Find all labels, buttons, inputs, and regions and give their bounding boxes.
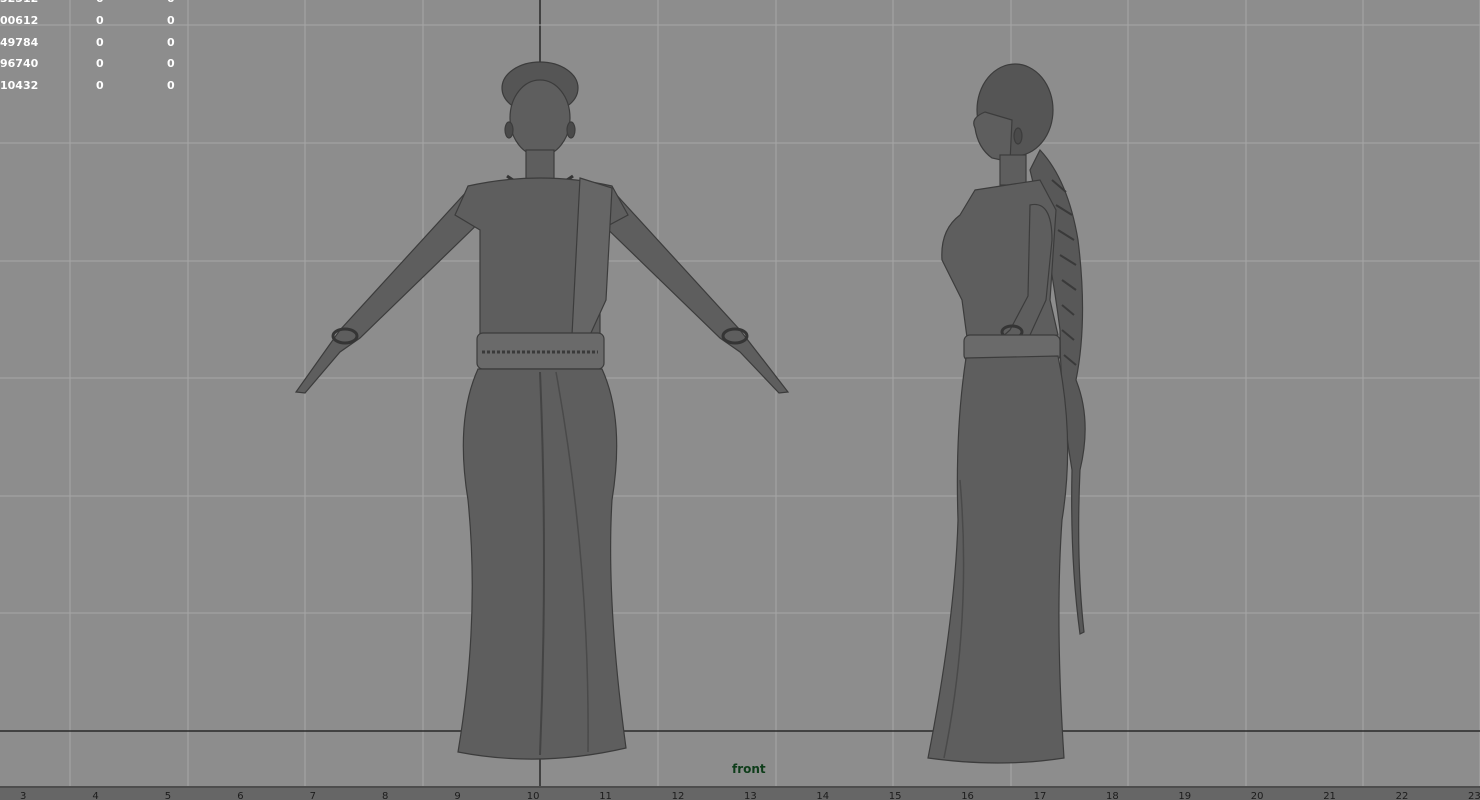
stat-value: 10432 bbox=[0, 79, 39, 93]
ruler-tick-label: 21 bbox=[1323, 791, 1336, 800]
ruler-tick-label: 10 bbox=[526, 791, 540, 800]
ruler-tick-label: 11 bbox=[599, 791, 612, 800]
stat-value: 0 bbox=[167, 57, 175, 71]
ruler-tick-label: 6 bbox=[237, 791, 244, 800]
side-view-figure[interactable] bbox=[927, 63, 1086, 764]
stat-value: 00612 bbox=[0, 13, 39, 27]
ruler-tick-label: 17 bbox=[1033, 791, 1047, 800]
ruler-tick-label: 22 bbox=[1395, 791, 1409, 800]
stat-value: 96740 bbox=[0, 57, 39, 71]
ruler-tick-label: 15 bbox=[888, 791, 902, 800]
ruler-tick-label: 13 bbox=[744, 791, 757, 800]
ruler-tick-label: 4 bbox=[92, 791, 99, 800]
stat-value: 0 bbox=[96, 57, 104, 71]
stat-value: 0 bbox=[167, 0, 175, 5]
stat-value: 0 bbox=[96, 79, 104, 93]
view-label: front bbox=[732, 762, 766, 776]
stat-value: 0 bbox=[167, 35, 175, 49]
time-ruler[interactable]: 3 4 5 6 7 8 9 10 11 12 13 14 15 16 17 18 19 20 21 22 23 bbox=[0, 786, 1480, 800]
ruler-tick-label: 8 bbox=[382, 791, 389, 800]
front-view-figure[interactable] bbox=[294, 61, 790, 760]
ruler-tick-label: 7 bbox=[309, 791, 316, 800]
stat-value: 0 bbox=[96, 0, 104, 5]
viewport-panel[interactable]: 32512000061200497840096740001043200 fron… bbox=[0, 0, 1480, 800]
stat-value: 0 bbox=[167, 13, 175, 27]
ruler-tick-label: 23 bbox=[1468, 791, 1480, 800]
ruler-tick-label: 12 bbox=[671, 791, 685, 800]
stat-value: 32512 bbox=[0, 0, 38, 5]
stat-value: 49784 bbox=[0, 35, 39, 49]
ruler-tick-label: 14 bbox=[816, 791, 830, 800]
stat-value: 0 bbox=[96, 13, 104, 27]
ruler-tick-label: 5 bbox=[164, 791, 172, 800]
ruler-tick-label: 9 bbox=[454, 791, 461, 800]
ruler-tick-label: 3 bbox=[20, 791, 27, 800]
ruler-tick-label: 18 bbox=[1106, 791, 1119, 800]
ruler-tick-label: 16 bbox=[961, 791, 974, 800]
scene-models[interactable] bbox=[0, 0, 1480, 800]
stat-value: 0 bbox=[167, 79, 175, 93]
ruler-tick-label: 20 bbox=[1250, 791, 1264, 800]
stat-value: 0 bbox=[96, 35, 104, 49]
ruler-tick-label: 19 bbox=[1178, 791, 1192, 800]
